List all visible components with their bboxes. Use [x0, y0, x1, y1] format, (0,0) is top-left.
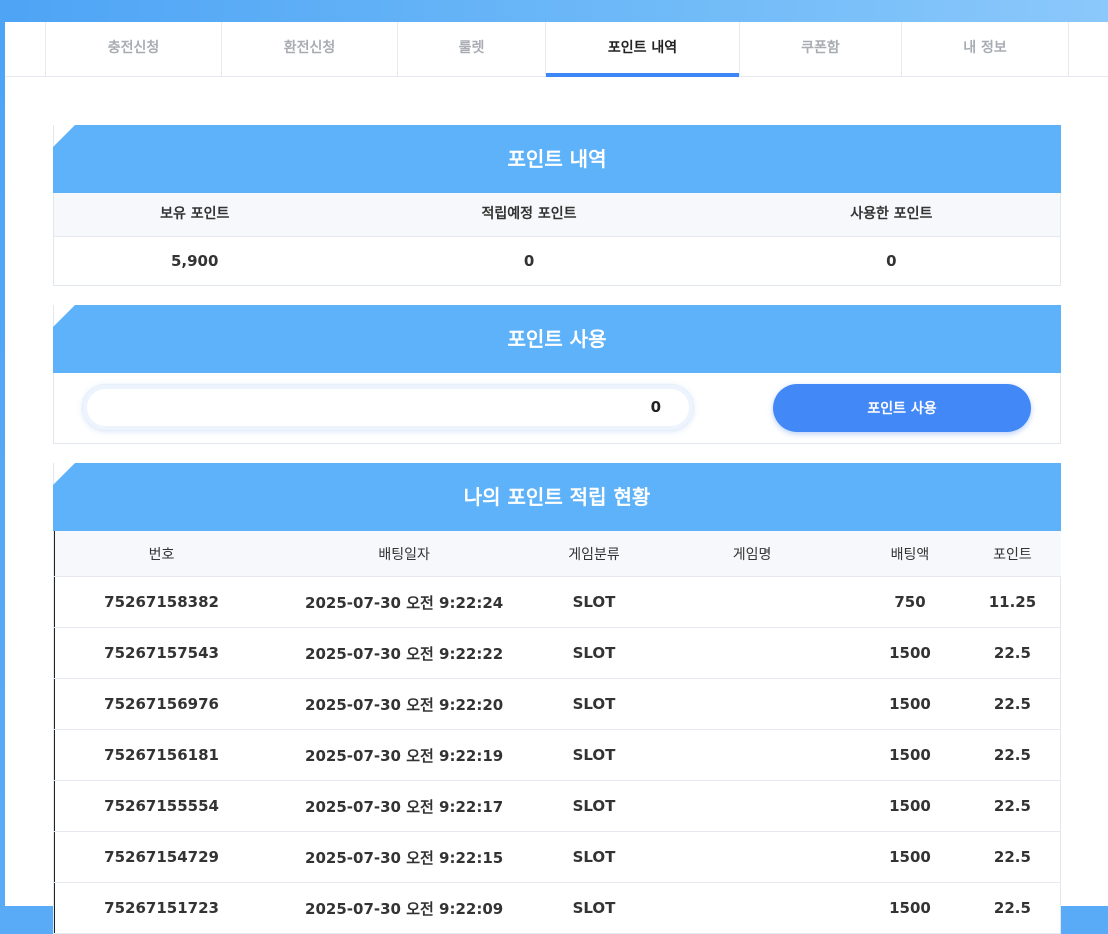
top-band [0, 0, 1108, 22]
tab-deposit[interactable]: 충전신청 [45, 22, 221, 76]
header-points: 포인트 [963, 531, 1061, 577]
point-history-title: 나의 포인트 적립 현황 [53, 463, 1061, 531]
row-points: 22.5 [963, 729, 1061, 781]
history-header-row: 번호 배팅일자 게임분류 게임명 배팅액 포인트 [54, 531, 1061, 577]
summary-value-row: 5,900 0 0 [54, 237, 1060, 285]
header-bet-date: 배팅일자 [268, 531, 541, 577]
row-category: SLOT [540, 831, 648, 883]
pending-points-value: 0 [523, 252, 535, 270]
row-points: 22.5 [963, 678, 1061, 730]
row-points: 22.5 [963, 882, 1061, 934]
row-number: 75267156181 [54, 729, 269, 781]
table-row: 75267157543 2025-07-30 오전 9:22:22 SLOT 1… [54, 627, 1061, 679]
row-category: SLOT [540, 882, 648, 934]
row-game-name [647, 678, 857, 730]
row-bet-amount: 750 [856, 576, 964, 628]
header-number: 번호 [54, 531, 269, 577]
row-game-name [647, 780, 857, 832]
used-points-label: 사용한 포인트 [850, 206, 933, 222]
row-points: 11.25 [963, 576, 1061, 628]
tab-point-history[interactable]: 포인트 내역 [545, 22, 739, 77]
use-points-button[interactable]: 포인트 사용 [773, 384, 1031, 432]
row-date: 2025-07-30 오전 9:22:15 [268, 831, 541, 883]
tab-bar: 충전신청 환전신청 룰렛 포인트 내역 쿠폰함 내 정보 [5, 22, 1108, 77]
tab-coupons[interactable]: 쿠폰함 [739, 22, 901, 76]
header-game-category: 게임분류 [540, 531, 648, 577]
row-category: SLOT [540, 627, 648, 679]
row-number: 75267151723 [54, 882, 269, 934]
row-bet-amount: 1500 [856, 678, 964, 730]
row-bet-amount: 1500 [856, 729, 964, 781]
row-date: 2025-07-30 오전 9:22:19 [268, 729, 541, 781]
row-date: 2025-07-30 오전 9:22:24 [268, 576, 541, 628]
table-row: 75267151723 2025-07-30 오전 9:22:09 SLOT 1… [54, 882, 1061, 934]
point-use-title: 포인트 사용 [53, 305, 1061, 373]
row-date: 2025-07-30 오전 9:22:17 [268, 780, 541, 832]
row-number: 75267157543 [54, 627, 269, 679]
point-use-body: 0 포인트 사용 [54, 373, 1060, 443]
row-points: 22.5 [963, 627, 1061, 679]
point-history-table: 번호 배팅일자 게임분류 게임명 배팅액 포인트 75267158382 202… [54, 531, 1061, 934]
point-history-card: 나의 포인트 적립 현황 번호 배팅일자 게임분류 게임명 배팅액 포인트 75… [53, 463, 1061, 934]
row-category: SLOT [540, 780, 648, 832]
row-game-name [647, 576, 857, 628]
pending-points-label: 적립예정 포인트 [481, 206, 577, 222]
row-game-name [647, 627, 857, 679]
row-number: 75267155554 [54, 780, 269, 832]
point-summary-card: 포인트 내역 보유 포인트 적립예정 포인트 사용한 포인트 5,900 0 0 [53, 125, 1061, 286]
row-category: SLOT [540, 678, 648, 730]
row-number: 75267154729 [54, 831, 269, 883]
row-game-name [647, 882, 857, 934]
tab-my-info[interactable]: 내 정보 [901, 22, 1069, 76]
row-bet-amount: 1500 [856, 780, 964, 832]
row-points: 22.5 [963, 780, 1061, 832]
row-bet-amount: 1500 [856, 831, 964, 883]
summary-header-row: 보유 포인트 적립예정 포인트 사용한 포인트 [54, 193, 1060, 237]
held-points-value: 5,900 [170, 252, 219, 270]
header-bet-amount: 배팅액 [856, 531, 964, 577]
table-row: 75267156181 2025-07-30 오전 9:22:19 SLOT 1… [54, 729, 1061, 781]
row-bet-amount: 1500 [856, 882, 964, 934]
held-points-label: 보유 포인트 [160, 206, 230, 222]
content-panel: 충전신청 환전신청 룰렛 포인트 내역 쿠폰함 내 정보 포인트 내역 보유 포… [5, 22, 1108, 934]
row-bet-amount: 1500 [856, 627, 964, 679]
point-use-card: 포인트 사용 0 포인트 사용 [53, 305, 1061, 444]
tab-withdraw[interactable]: 환전신청 [221, 22, 397, 76]
row-number: 75267156976 [54, 678, 269, 730]
row-category: SLOT [540, 576, 648, 628]
point-amount-input[interactable]: 0 [82, 384, 694, 431]
row-game-name [647, 729, 857, 781]
row-game-name [647, 831, 857, 883]
table-row: 75267155554 2025-07-30 오전 9:22:17 SLOT 1… [54, 780, 1061, 832]
table-row: 75267156976 2025-07-30 오전 9:22:20 SLOT 1… [54, 678, 1061, 730]
row-points: 22.5 [963, 831, 1061, 883]
point-summary-title: 포인트 내역 [53, 125, 1061, 193]
table-row: 75267158382 2025-07-30 오전 9:22:24 SLOT 7… [54, 576, 1061, 628]
tab-roulette[interactable]: 룰렛 [397, 22, 545, 76]
row-date: 2025-07-30 오전 9:22:09 [268, 882, 541, 934]
row-date: 2025-07-30 오전 9:22:20 [268, 678, 541, 730]
header-game-name: 게임명 [647, 531, 857, 577]
row-date: 2025-07-30 오전 9:22:22 [268, 627, 541, 679]
table-row: 75267154729 2025-07-30 오전 9:22:15 SLOT 1… [54, 831, 1061, 883]
used-points-value: 0 [886, 252, 897, 270]
row-category: SLOT [540, 729, 648, 781]
row-number: 75267158382 [54, 576, 269, 628]
